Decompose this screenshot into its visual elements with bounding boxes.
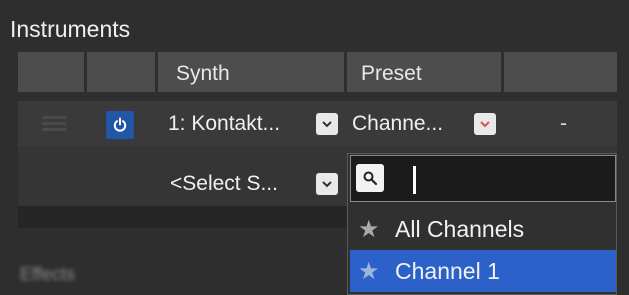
preset-name[interactable]: Channe...	[352, 112, 443, 136]
search-icon	[356, 164, 384, 192]
power-button[interactable]	[106, 111, 134, 139]
preset-search-field[interactable]	[350, 155, 616, 202]
power-icon	[113, 117, 127, 132]
column-header-synth: Synth	[176, 62, 230, 85]
row-extra-value: -	[560, 112, 567, 135]
star-icon: ★	[358, 258, 380, 285]
effects-section-title: Effects	[20, 264, 75, 284]
dropdown-option-channel-1[interactable]: ★ Channel 1	[350, 250, 616, 292]
chevron-down-icon	[322, 181, 332, 188]
synth-name[interactable]: 1: Kontakt...	[168, 112, 280, 136]
text-cursor	[413, 166, 416, 194]
chevron-down-icon	[480, 121, 490, 128]
select-synth-dropdown-button[interactable]	[316, 173, 338, 195]
header-cell-power	[87, 52, 155, 92]
chevron-down-icon	[322, 121, 332, 128]
option-label: Channel 1	[395, 258, 500, 284]
synth-dropdown-button[interactable]	[316, 113, 338, 135]
header-cell-handle	[18, 52, 84, 92]
option-label: All Channels	[395, 216, 525, 242]
column-header-preset: Preset	[361, 62, 422, 85]
dropdown-option-all-channels[interactable]: ★ All Channels	[350, 208, 616, 250]
select-synth-placeholder[interactable]: <Select S...	[170, 172, 278, 196]
star-icon: ★	[358, 216, 380, 243]
panel-title: Instruments	[10, 16, 131, 42]
header-cell-extra	[504, 52, 617, 92]
preset-dropdown-button[interactable]	[474, 113, 496, 135]
